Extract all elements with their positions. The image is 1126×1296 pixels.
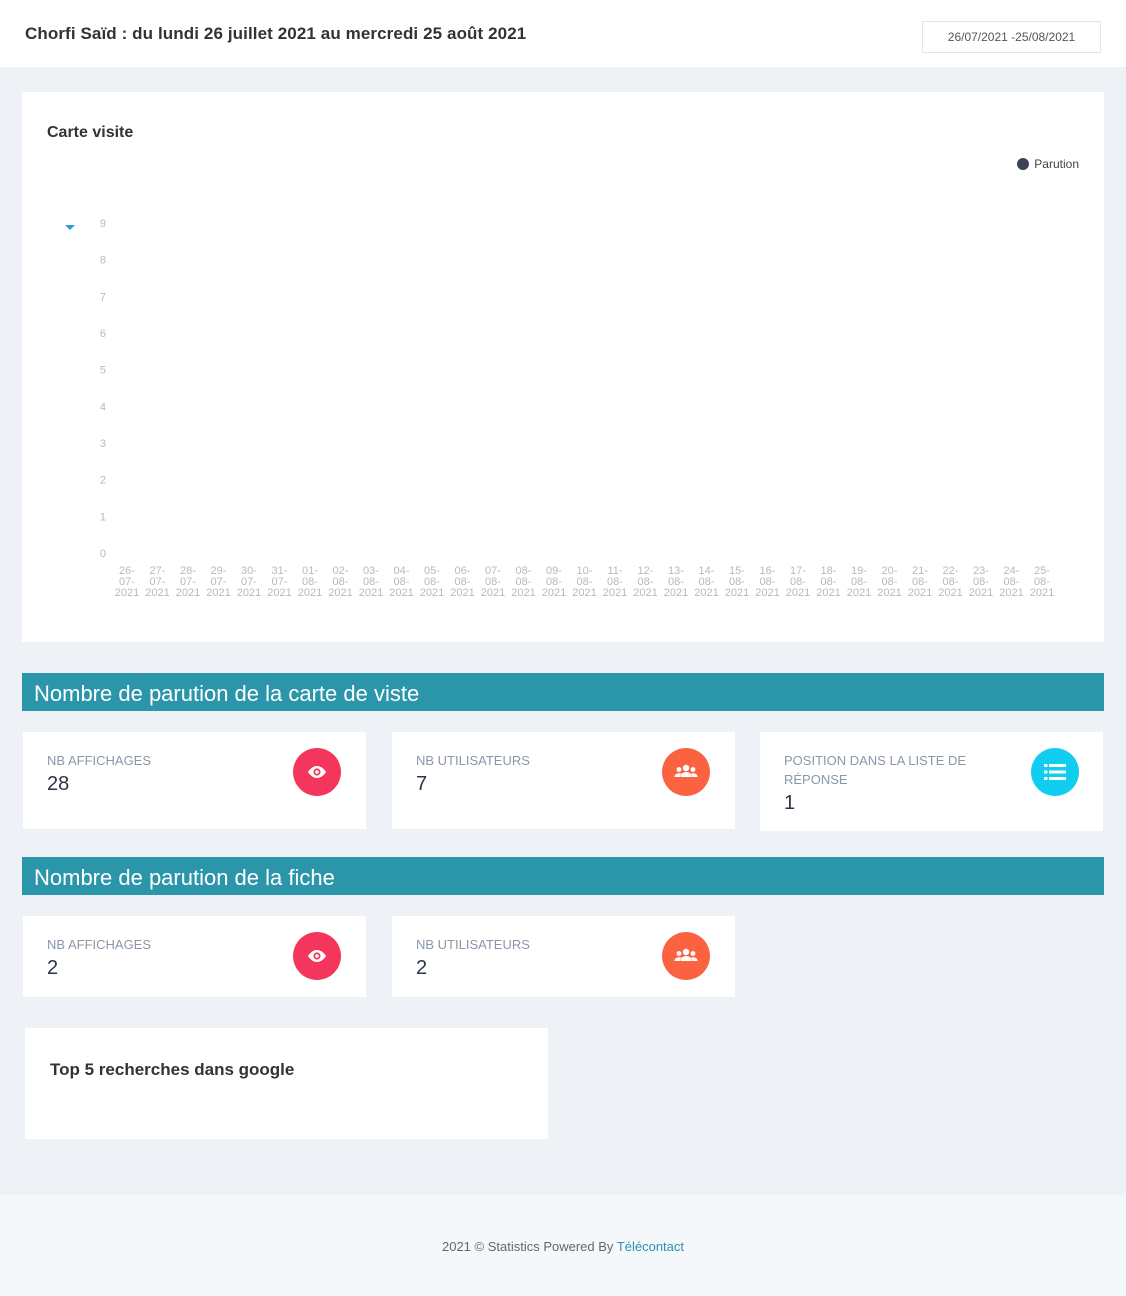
y-tick-label: 7 [100,291,106,303]
y-tick-label: 6 [100,328,106,340]
stat-value: 2 [47,957,59,979]
x-tick-label: 27-07-2021 [145,565,169,599]
stat-value: 28 [47,773,70,795]
y-tick-label: 1 [100,511,106,523]
y-tick-label: 2 [100,475,106,487]
stat-card-affichages: NB AFFICHAGES 28 [23,732,366,829]
x-tick-label: 25-08-2021 [1030,565,1054,599]
x-tick-label: 10-08-2021 [572,565,596,599]
x-tick-label: 26-07-2021 [115,565,139,599]
y-tick-label: 4 [100,401,106,413]
x-tick-label: 17-08-2021 [786,565,810,599]
x-tick-label: 28-07-2021 [176,565,200,599]
x-tick-label: 09-08-2021 [542,565,566,599]
x-tick-label: 06-08-2021 [450,565,474,599]
top5-card: Top 5 recherches dans google [25,1028,548,1139]
x-tick-label: 03-08-2021 [359,565,383,599]
x-tick-label: 22-08-2021 [938,565,962,599]
y-tick-label: 8 [100,255,106,267]
x-tick-label: 01-08-2021 [298,565,322,599]
stat-value: 1 [784,792,796,814]
x-tick-label: 23-08-2021 [969,565,993,599]
eye-icon [293,932,341,980]
y-tick-label: 9 [100,218,106,230]
x-tick-label: 12-08-2021 [633,565,657,599]
stat-label: NB AFFICHAGES [47,753,152,768]
users-icon [662,748,710,796]
stat-value: 7 [416,773,428,795]
y-tick-label: 3 [100,438,106,450]
chart-card: Carte visite Parution 9 8 7 6 5 4 3 2 1 0 26-07-20… [22,92,1104,642]
stat-label: NB UTILISATEURS [416,753,530,768]
x-tick-label: 21-08-2021 [908,565,932,599]
stat-card-utilisateurs: NB UTILISATEURS 7 [392,732,735,829]
chart-marker-icon [65,225,75,230]
stat-card-fiche-utilisateurs: NB UTILISATEURS 2 [392,916,735,997]
eye-icon [293,748,341,796]
date-range-picker[interactable]: 26/07/2021 -25/08/2021 [922,21,1101,53]
users-icon [662,932,710,980]
x-tick-label: 08-08-2021 [511,565,535,599]
x-tick-label: 16-08-2021 [755,565,779,599]
stat-card-position: POSITION DANS LA LISTE DE RÉPONSE 1 [760,732,1103,831]
footer-text: 2021 © Statistics Powered By [441,1239,617,1254]
x-tick-label: 29-07-2021 [206,565,230,599]
section-header-carte: Nombre de parution de la carte de viste [22,673,1104,711]
stat-label: POSITION DANS LA LISTE DE RÉPONSE [784,753,967,787]
x-tick-label: 13-08-2021 [664,565,688,599]
x-tick-label: 07-08-2021 [481,565,505,599]
stat-label: NB UTILISATEURS [416,937,530,952]
x-tick-label: 30-07-2021 [237,565,261,599]
y-tick-label: 5 [100,365,106,377]
x-tick-label: 05-08-2021 [420,565,444,599]
line-chart: 9 8 7 6 5 4 3 2 1 0 26-07-202127-07-2021 28-07-2021… [65,218,1054,599]
x-tick-label: 04-08-2021 [389,565,413,599]
stat-label: NB AFFICHAGES [47,937,152,952]
top5-title: Top 5 recherches dans google [50,1060,295,1079]
section-header-fiche: Nombre de parution de la fiche [22,857,1104,895]
footer-line: 2021 © Statistics Powered By Télécontact [0,1239,1126,1254]
x-tick-label: 14-08-2021 [694,565,718,599]
header-bar: Chorfi Saïd : du lundi 26 juillet 2021 a… [0,0,1126,67]
x-tick-label: 15-08-2021 [725,565,749,599]
x-tick-label: 19-08-2021 [847,565,871,599]
stat-value: 2 [416,957,428,979]
x-tick-label: 02-08-2021 [328,565,352,599]
footer-link[interactable]: Télécontact [617,1239,684,1254]
x-tick-label: 11-08-2021 [603,565,627,599]
x-tick-label: 18-08-2021 [816,565,840,599]
page-title: Chorfi Saïd : du lundi 26 juillet 2021 a… [25,24,527,43]
footer: 2021 © Statistics Powered By Télécontact [0,1195,1126,1296]
x-tick-label: 24-08-2021 [999,565,1023,599]
y-tick-label: 0 [100,548,106,560]
stat-card-fiche-affichages: NB AFFICHAGES 2 [23,916,366,997]
list-icon [1031,748,1079,796]
x-tick-label: 20-08-2021 [877,565,901,599]
x-tick-label: 31-07-2021 [267,565,291,599]
